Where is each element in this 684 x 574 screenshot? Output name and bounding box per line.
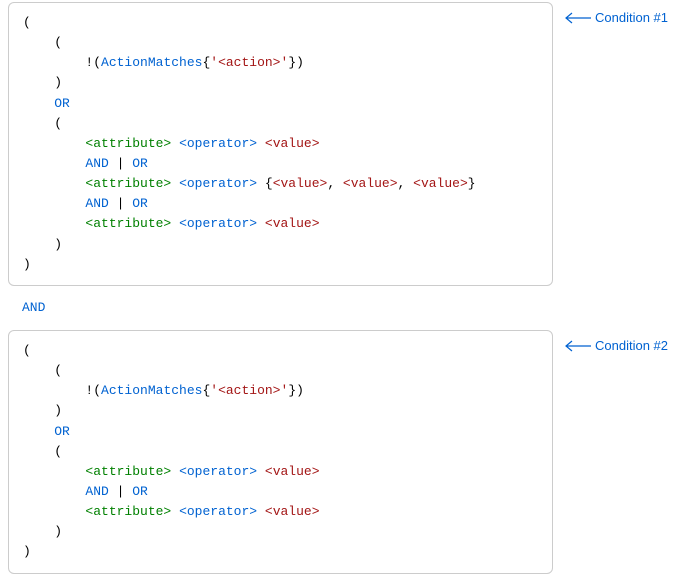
or-keyword: OR bbox=[132, 196, 148, 211]
comma: , bbox=[327, 176, 343, 191]
paren-open: ( bbox=[23, 15, 31, 30]
bang-open: !( bbox=[85, 55, 101, 70]
value-placeholder: <value> bbox=[265, 216, 320, 231]
condition-2-label: Condition #2 bbox=[595, 336, 668, 356]
arrow-left-icon bbox=[563, 12, 591, 24]
and-keyword: AND bbox=[85, 484, 108, 499]
brace-close: } bbox=[468, 176, 476, 191]
or-keyword: OR bbox=[132, 484, 148, 499]
and-keyword: AND bbox=[85, 156, 108, 171]
attribute-placeholder: <attribute> bbox=[85, 176, 171, 191]
attribute-placeholder: <attribute> bbox=[85, 464, 171, 479]
paren-open: ( bbox=[54, 363, 62, 378]
paren-open: ( bbox=[23, 343, 31, 358]
value-placeholder: <value> bbox=[343, 176, 398, 191]
operator-placeholder: <operator> bbox=[179, 176, 257, 191]
condition-2-row: ( ( !(ActionMatches{'<action>'}) ) OR ( … bbox=[8, 330, 676, 574]
actionmatches-token: ActionMatches bbox=[101, 55, 202, 70]
paren-open: ( bbox=[54, 35, 62, 50]
bang-open: !( bbox=[85, 383, 101, 398]
operator-placeholder: <operator> bbox=[179, 504, 257, 519]
value-placeholder: <value> bbox=[273, 176, 328, 191]
arrow-left-icon bbox=[563, 340, 591, 352]
condition-1-annotation: Condition #1 bbox=[563, 8, 668, 28]
paren-close: ) bbox=[23, 257, 31, 272]
attribute-placeholder: <attribute> bbox=[85, 504, 171, 519]
brace-open: { bbox=[265, 176, 273, 191]
operator-placeholder: <operator> bbox=[179, 464, 257, 479]
between-and: AND bbox=[8, 286, 676, 330]
condition-1-code: ( ( !(ActionMatches{'<action>'}) ) OR ( … bbox=[8, 2, 553, 286]
paren-close: ) bbox=[54, 524, 62, 539]
or-keyword: OR bbox=[54, 424, 70, 439]
condition-1-row: ( ( !(ActionMatches{'<action>'}) ) OR ( … bbox=[8, 2, 676, 286]
condition-2-code: ( ( !(ActionMatches{'<action>'}) ) OR ( … bbox=[8, 330, 553, 574]
condition-2-annotation: Condition #2 bbox=[563, 336, 668, 356]
pipe-separator: | bbox=[109, 484, 132, 499]
and-keyword: AND bbox=[85, 196, 108, 211]
attribute-placeholder: <attribute> bbox=[85, 136, 171, 151]
comma: , bbox=[398, 176, 414, 191]
quote: ' bbox=[210, 55, 218, 70]
actionmatches-token: ActionMatches bbox=[101, 383, 202, 398]
value-placeholder: <value> bbox=[265, 464, 320, 479]
value-placeholder: <value> bbox=[265, 504, 320, 519]
paren-close: ) bbox=[23, 544, 31, 559]
action-placeholder: <action> bbox=[218, 55, 280, 70]
pipe-separator: | bbox=[109, 196, 132, 211]
or-keyword: OR bbox=[54, 96, 70, 111]
paren-close: ) bbox=[54, 237, 62, 252]
paren-open: ( bbox=[54, 116, 62, 131]
paren-close: ) bbox=[54, 75, 62, 90]
paren-open: ( bbox=[54, 444, 62, 459]
value-placeholder: <value> bbox=[265, 136, 320, 151]
brace-close: } bbox=[288, 383, 296, 398]
condition-1-label: Condition #1 bbox=[595, 8, 668, 28]
value-placeholder: <value> bbox=[413, 176, 468, 191]
or-keyword: OR bbox=[132, 156, 148, 171]
brace-close: } bbox=[288, 55, 296, 70]
paren-close: ) bbox=[296, 55, 304, 70]
pipe-separator: | bbox=[109, 156, 132, 171]
quote: ' bbox=[210, 383, 218, 398]
paren-close: ) bbox=[54, 403, 62, 418]
paren-close: ) bbox=[296, 383, 304, 398]
operator-placeholder: <operator> bbox=[179, 136, 257, 151]
attribute-placeholder: <attribute> bbox=[85, 216, 171, 231]
action-placeholder: <action> bbox=[218, 383, 280, 398]
operator-placeholder: <operator> bbox=[179, 216, 257, 231]
